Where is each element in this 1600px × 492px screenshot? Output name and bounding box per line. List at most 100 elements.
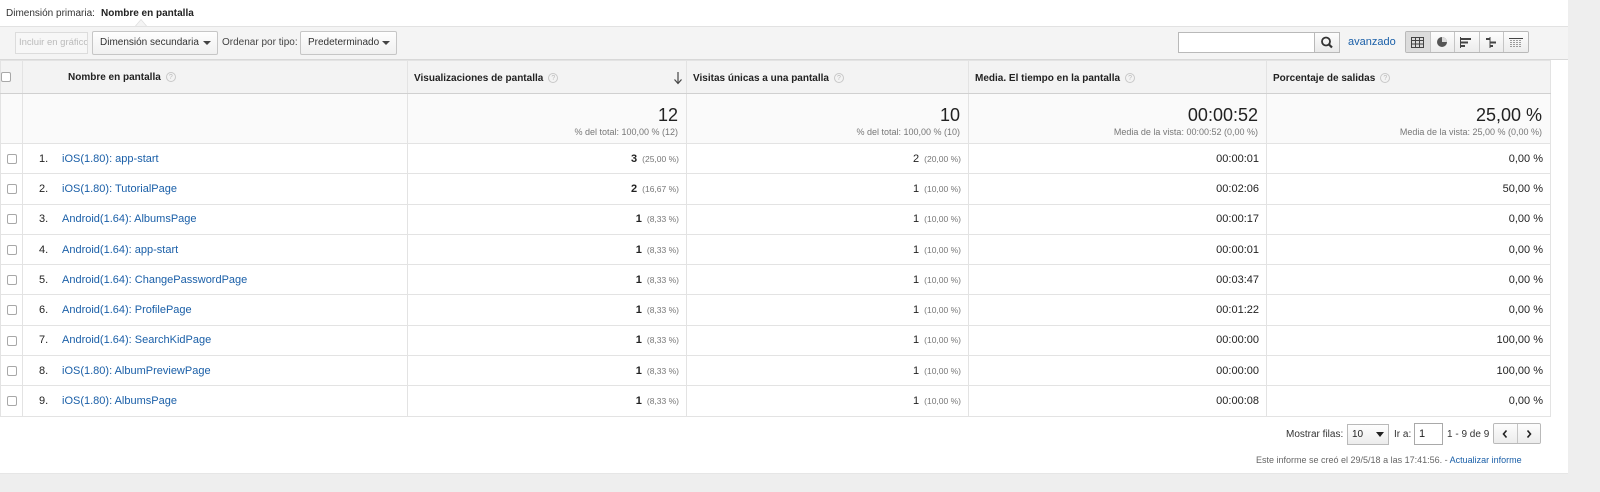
row-checkbox-cell xyxy=(0,264,23,296)
table-row: 3. Android(1.64): AlbumsPage 1 (8,33 %) 1 (10… xyxy=(0,203,1551,235)
column-header-unique-views[interactable]: Visitas únicas a una pantalla? xyxy=(686,60,969,94)
screen-name-link[interactable]: Android(1.64): ChangePasswordPage xyxy=(62,274,247,286)
views-value: 1 xyxy=(635,395,642,408)
row-checkbox[interactable] xyxy=(6,335,17,346)
advanced-filter-link[interactable]: avanzado xyxy=(1348,36,1396,48)
help-icon[interactable]: ? xyxy=(548,73,559,83)
select-all-checkbox[interactable] xyxy=(1,71,11,82)
exit-rate-cell: 50,00 % xyxy=(1266,173,1551,205)
row-index: 1. xyxy=(39,152,49,165)
avg-time-cell: 00:00:00 xyxy=(968,324,1267,357)
column-header-avg-time[interactable]: Media. El tiempo en la pantalla? xyxy=(968,60,1267,94)
total-time: 00:00:52 xyxy=(1187,105,1258,125)
row-checkbox-cell xyxy=(0,385,23,417)
row-checkbox[interactable] xyxy=(6,244,17,255)
secondary-dimension-dropdown[interactable]: Dimensión secundaria xyxy=(92,31,218,55)
pie-view-icon xyxy=(1437,37,1448,47)
column-header-unique-views-label: Visitas únicas a una pantalla xyxy=(693,73,829,84)
avg-time-cell: 00:01:22 xyxy=(968,294,1267,326)
table-row: 9. iOS(1.80): AlbumsPage 1 (8,33 %) 1 (10,00 … xyxy=(0,385,1551,417)
unique-views-percent: (10,00 %) xyxy=(924,183,961,194)
screen-name-link[interactable]: iOS(1.80): app-start xyxy=(62,153,159,165)
views-percent: (8,33 %) xyxy=(646,335,679,346)
unique-views-value: 1 xyxy=(913,304,920,317)
table-row: 1. iOS(1.80): app-start 3 (25,00 %) 2 (20,00 … xyxy=(0,142,1551,175)
include-in-chart-button[interactable]: Incluir en gráfico xyxy=(15,32,88,54)
total-views: 12 xyxy=(657,105,678,125)
table-view-button[interactable] xyxy=(1406,32,1430,52)
unique-views-cell: 1 (10,00 %) xyxy=(686,264,969,296)
avg-time-cell: 00:00:00 xyxy=(968,355,1267,387)
primary-dimension-label: Dimensión primaria: xyxy=(6,8,95,19)
row-range-text: 1 - 9 de 9 xyxy=(1447,429,1490,440)
select-all-cell xyxy=(0,60,23,94)
row-checkbox[interactable] xyxy=(6,274,17,285)
screen-name-link[interactable]: iOS(1.80): AlbumPreviewPage xyxy=(62,365,211,377)
help-icon[interactable]: ? xyxy=(1380,73,1391,83)
chevron-down-icon xyxy=(203,41,211,45)
screen-name-cell: 2. iOS(1.80): TutorialPage xyxy=(22,173,408,205)
screen-name-link[interactable]: iOS(1.80): TutorialPage xyxy=(62,183,177,195)
table-row: 7. Android(1.64): SearchKidPage 1 (8,33 %) 1… xyxy=(0,324,1551,357)
avg-time-cell: 00:03:47 xyxy=(968,264,1267,296)
row-checkbox[interactable] xyxy=(6,153,17,164)
performance-view-button[interactable] xyxy=(1454,32,1479,52)
exit-rate-value: 100,00 % xyxy=(1496,364,1543,377)
primary-dimension-value[interactable]: Nombre en pantalla xyxy=(101,8,194,19)
screen-name-link[interactable]: Android(1.64): ProfilePage xyxy=(62,304,192,316)
table-search-input[interactable] xyxy=(1178,32,1315,53)
pivot-view-button[interactable] xyxy=(1503,32,1528,52)
screen-name-link[interactable]: Android(1.64): AlbumsPage xyxy=(62,213,197,225)
column-header-views[interactable]: Visualizaciones de pantalla? xyxy=(407,60,687,94)
screen-name-cell: 9. iOS(1.80): AlbumsPage xyxy=(22,385,408,417)
pie-view-button[interactable] xyxy=(1429,32,1455,52)
views-value: 1 xyxy=(635,304,642,317)
table-row: 6. Android(1.64): ProfilePage 1 (8,33 %) 1 (1… xyxy=(0,294,1551,326)
screen-name-cell: 6. Android(1.64): ProfilePage xyxy=(22,294,408,326)
screen-name-link[interactable]: Android(1.64): app-start xyxy=(62,244,178,256)
views-percent: (25,00 %) xyxy=(642,153,679,164)
help-icon[interactable]: ? xyxy=(165,72,176,82)
row-checkbox[interactable] xyxy=(6,184,17,195)
row-checkbox[interactable] xyxy=(6,396,17,407)
next-page-button[interactable] xyxy=(1516,424,1540,443)
views-cell: 1 (8,33 %) xyxy=(407,324,687,357)
views-cell: 3 (25,00 %) xyxy=(407,142,687,175)
help-icon[interactable]: ? xyxy=(1125,73,1136,83)
row-checkbox[interactable] xyxy=(6,365,17,376)
avg-time-value: 00:00:08 xyxy=(1216,395,1259,408)
unique-views-cell: 1 (10,00 %) xyxy=(686,173,969,205)
unique-views-percent: (10,00 %) xyxy=(924,335,961,346)
column-header-name[interactable]: Nombre en pantalla? xyxy=(22,60,408,94)
avg-time-value: 00:01:22 xyxy=(1216,304,1259,317)
row-checkbox[interactable] xyxy=(6,305,17,316)
total-time-sub: Media de la vista: 00:00:52 (0,00 %) xyxy=(1113,127,1258,137)
refresh-report-link[interactable]: Actualizar informe xyxy=(1450,455,1522,465)
row-index: 3. xyxy=(39,213,49,226)
previous-page-button[interactable] xyxy=(1494,424,1517,443)
unique-views-cell: 2 (20,00 %) xyxy=(686,142,969,175)
column-header-avg-time-label: Media. El tiempo en la pantalla xyxy=(975,73,1121,84)
order-by-type-dropdown[interactable]: Predeterminado xyxy=(300,31,397,55)
rows-per-page-select[interactable]: 10 xyxy=(1347,424,1389,445)
views-cell: 1 (8,33 %) xyxy=(407,355,687,387)
row-checkbox[interactable] xyxy=(6,214,17,225)
search-button[interactable] xyxy=(1314,32,1340,53)
search-icon xyxy=(1321,36,1333,49)
row-checkbox-cell xyxy=(0,324,23,357)
go-to-page-input[interactable]: 1 xyxy=(1414,423,1443,445)
total-views-sub: % del total: 100,00 % (12) xyxy=(574,127,678,137)
order-by-type-label: Ordenar por tipo: xyxy=(222,37,298,48)
help-icon[interactable]: ? xyxy=(833,73,844,83)
avg-time-value: 00:00:00 xyxy=(1216,364,1259,377)
views-percent: (8,33 %) xyxy=(646,305,679,316)
screen-name-link[interactable]: Android(1.64): SearchKidPage xyxy=(62,334,211,346)
screen-name-cell: 7. Android(1.64): SearchKidPage xyxy=(22,324,408,357)
selected-caret-icon xyxy=(135,19,147,26)
column-header-exit-rate[interactable]: Porcentaje de salidas? xyxy=(1266,60,1551,94)
screen-name-link[interactable]: iOS(1.80): AlbumsPage xyxy=(62,395,177,407)
unique-views-percent: (10,00 %) xyxy=(924,396,961,407)
comparison-view-button[interactable] xyxy=(1478,32,1504,52)
row-checkbox-cell xyxy=(0,233,23,266)
views-cell: 1 (8,33 %) xyxy=(407,233,687,266)
